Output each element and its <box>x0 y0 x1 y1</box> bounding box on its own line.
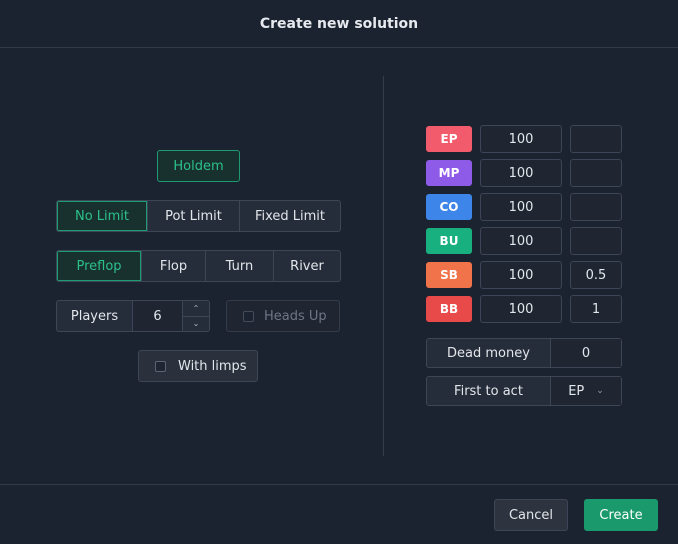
first-to-act-field: First to act EP ⌄ <box>426 376 622 406</box>
heads-up-check-icon <box>243 310 254 322</box>
chevron-down-icon: ⌄ <box>596 386 604 396</box>
players-input[interactable]: 6 <box>133 301 182 331</box>
decrement-chevron-down-icon[interactable]: ⌄ <box>183 317 209 332</box>
blind-input-bu[interactable] <box>570 227 622 255</box>
blind-input-co[interactable] <box>570 193 622 221</box>
heads-up-checkbox[interactable]: Heads Up <box>226 300 340 332</box>
heads-up-label: Heads Up <box>264 308 327 324</box>
blind-input-sb[interactable]: 0.5 <box>570 261 622 289</box>
position-badge-bb: BB <box>426 296 472 322</box>
panel-divider <box>383 76 384 456</box>
street-turn[interactable]: Turn <box>205 251 273 281</box>
cancel-button[interactable]: Cancel <box>494 499 568 531</box>
with-limps-label: With limps <box>178 358 247 374</box>
game-holdem-button[interactable]: Holdem <box>157 150 240 182</box>
first-to-act-label: First to act <box>427 377 551 405</box>
blind-input-mp[interactable] <box>570 159 622 187</box>
increment-chevron-up-icon[interactable]: ⌃ <box>183 301 209 317</box>
stack-input-co[interactable]: 100 <box>480 193 562 221</box>
players-label: Players <box>57 301 133 331</box>
dialog-header: Create new solution <box>0 0 678 48</box>
first-to-act-select[interactable]: EP ⌄ <box>551 377 621 405</box>
position-badge-sb: SB <box>426 262 472 288</box>
with-limps-check-icon <box>155 360 166 372</box>
players-spinner: ⌃ ⌄ <box>182 301 209 331</box>
dialog-footer <box>0 484 678 544</box>
limit-selector: No Limit Pot Limit Fixed Limit <box>56 200 341 232</box>
street-flop[interactable]: Flop <box>141 251 205 281</box>
limit-no-limit[interactable]: No Limit <box>57 201 147 231</box>
limit-pot-limit[interactable]: Pot Limit <box>147 201 239 231</box>
position-badge-bu: BU <box>426 228 472 254</box>
position-badge-ep: EP <box>426 126 472 152</box>
first-to-act-value: EP <box>568 383 585 399</box>
dead-money-label: Dead money <box>427 339 551 367</box>
street-river[interactable]: River <box>273 251 340 281</box>
stack-input-bu[interactable]: 100 <box>480 227 562 255</box>
position-badge-mp: MP <box>426 160 472 186</box>
players-stepper: Players 6 ⌃ ⌄ <box>56 300 210 332</box>
stack-input-mp[interactable]: 100 <box>480 159 562 187</box>
limit-fixed-limit[interactable]: Fixed Limit <box>239 201 340 231</box>
position-badge-co: CO <box>426 194 472 220</box>
street-selector: Preflop Flop Turn River <box>56 250 341 282</box>
stack-input-ep[interactable]: 100 <box>480 125 562 153</box>
blind-input-bb[interactable]: 1 <box>570 295 622 323</box>
dialog-title: Create new solution <box>259 15 419 32</box>
street-preflop[interactable]: Preflop <box>57 251 141 281</box>
dead-money-field: Dead money 0 <box>426 338 622 368</box>
dead-money-input[interactable]: 0 <box>551 339 621 367</box>
create-button[interactable]: Create <box>584 499 658 531</box>
stack-input-bb[interactable]: 100 <box>480 295 562 323</box>
with-limps-checkbox[interactable]: With limps <box>138 350 258 382</box>
stack-input-sb[interactable]: 100 <box>480 261 562 289</box>
blind-input-ep[interactable] <box>570 125 622 153</box>
